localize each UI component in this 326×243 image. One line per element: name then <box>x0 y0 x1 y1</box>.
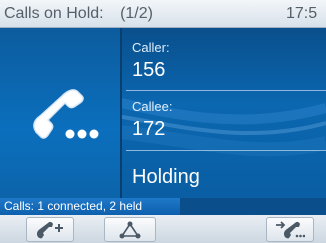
call-state-icon-panel <box>0 28 122 198</box>
phone-on-hold-icon <box>33 89 99 139</box>
retrieve-call-icon <box>36 221 63 238</box>
transfer-call-icon <box>276 220 305 238</box>
softkey-bar <box>0 215 326 243</box>
screen-title: Calls on Hold: (1/2) <box>4 5 155 23</box>
callee-label: Callee: <box>132 99 173 114</box>
call-panel: Caller: 156 Callee: 172 Holding <box>0 28 326 198</box>
callee-number: 172 <box>132 118 166 140</box>
retrieve-call-button[interactable] <box>26 217 74 242</box>
conference-icon <box>119 221 141 238</box>
page-indicator: (1/2) <box>120 5 153 22</box>
clock: 17:5 <box>286 5 318 22</box>
conference-button[interactable] <box>104 217 156 242</box>
call-state-text: Holding <box>132 166 200 188</box>
divider <box>126 150 326 151</box>
status-bar: Calls: 1 connected, 2 held <box>0 198 180 215</box>
caller-number: 156 <box>132 59 166 81</box>
divider <box>126 90 326 91</box>
status-bar-fill <box>180 198 326 215</box>
title-bar: Calls on Hold: (1/2) 17:5 <box>0 0 326 28</box>
transfer-call-button[interactable] <box>266 217 314 242</box>
caller-label: Caller: <box>132 40 170 55</box>
title-text: Calls on Hold: <box>4 5 104 22</box>
